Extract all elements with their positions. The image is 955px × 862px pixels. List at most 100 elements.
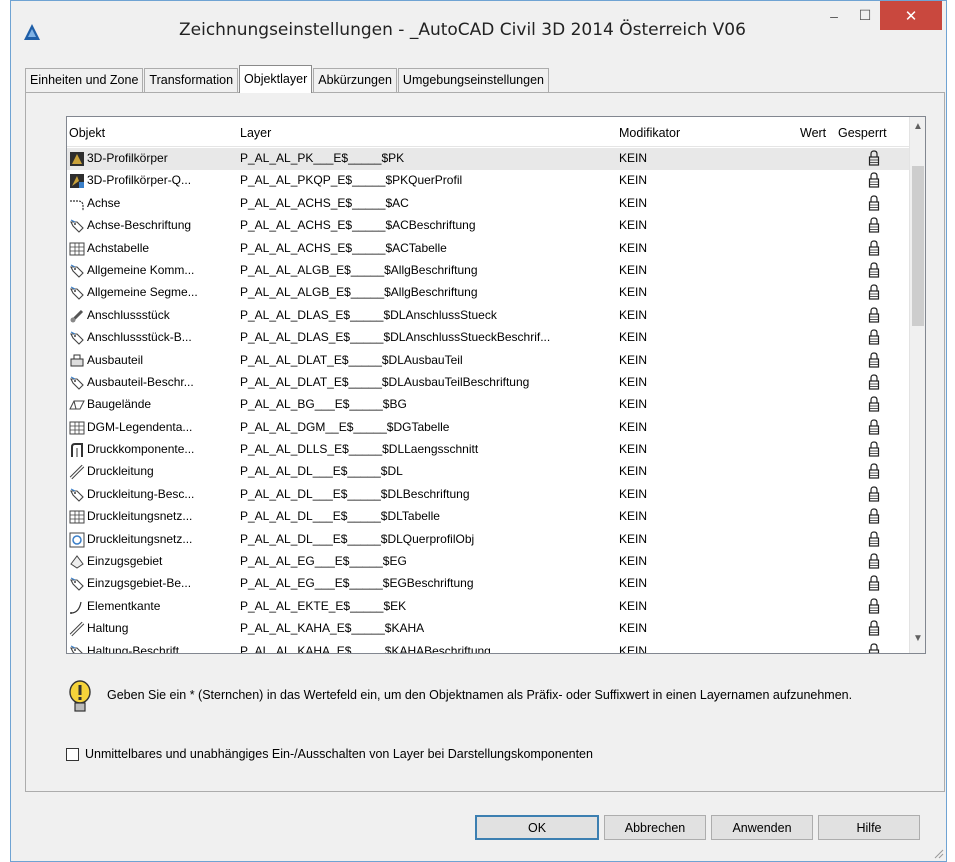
layer-cell[interactable]: P_AL_AL_DLAT_E$_____$DLAusbauTeil <box>240 353 620 367</box>
apply-button[interactable]: Anwenden <box>711 815 813 840</box>
object-cell[interactable]: Einzugsgebiet <box>87 554 247 568</box>
layer-cell[interactable]: P_AL_AL_ALGB_E$_____$AllgBeschriftung <box>240 285 620 299</box>
modifier-cell[interactable]: KEIN <box>619 621 779 635</box>
object-cell[interactable]: Achse <box>87 196 247 210</box>
checkbox-row[interactable]: Unmittelbares und unabhängiges Ein-/Auss… <box>66 747 593 761</box>
table-row[interactable]: Einzugsgebiet-Be... P_AL_AL_EG___E$_____$… <box>67 573 913 595</box>
object-cell[interactable]: DGM-Legendenta... <box>87 420 247 434</box>
lock-icon[interactable] <box>862 172 886 191</box>
table-row[interactable]: Allgemeine Komm... P_AL_AL_ALGB_E$_____$A… <box>67 260 913 282</box>
modifier-cell[interactable]: KEIN <box>619 532 779 546</box>
layer-cell[interactable]: P_AL_AL_DGM__E$_____$DGTabelle <box>240 420 620 434</box>
modifier-cell[interactable]: KEIN <box>619 420 779 434</box>
tab-transformation[interactable]: Transformation <box>144 68 239 92</box>
header-locked[interactable]: Gesperrt <box>838 126 887 140</box>
header-layer[interactable]: Layer <box>240 126 271 140</box>
table-row[interactable]: Ausbauteil-Beschr... P_AL_AL_DLAT_E$_____… <box>67 372 913 394</box>
lock-icon[interactable] <box>862 553 886 572</box>
lock-icon[interactable] <box>862 598 886 617</box>
object-cell[interactable]: Druckleitungsnetz... <box>87 532 247 546</box>
object-cell[interactable]: Anschlussstück <box>87 308 247 322</box>
lock-icon[interactable] <box>862 575 886 594</box>
object-cell[interactable]: Haltung <box>87 621 247 635</box>
object-cell[interactable]: 3D-Profilkörper <box>87 151 247 165</box>
table-row[interactable]: DGM-Legendenta... P_AL_AL_DGM__E$_____$DG… <box>67 417 913 439</box>
table-row[interactable]: 3D-Profilkörper-Q... P_AL_AL_PKQP_E$_____… <box>67 170 913 192</box>
object-cell[interactable]: Achstabelle <box>87 241 247 255</box>
modifier-cell[interactable]: KEIN <box>619 285 779 299</box>
header-object[interactable]: Objekt <box>69 126 105 140</box>
layer-cell[interactable]: P_AL_AL_ACHS_E$_____$ACTabelle <box>240 241 620 255</box>
layer-cell[interactable]: P_AL_AL_ALGB_E$_____$AllgBeschriftung <box>240 263 620 277</box>
table-row[interactable]: Druckleitung P_AL_AL_DL___E$_____$DL KEIN <box>67 461 913 483</box>
modifier-cell[interactable]: KEIN <box>619 353 779 367</box>
object-cell[interactable]: 3D-Profilkörper-Q... <box>87 173 247 187</box>
object-cell[interactable]: Ausbauteil <box>87 353 247 367</box>
layer-cell[interactable]: P_AL_AL_DLAS_E$_____$DLAnschlussStueck <box>240 308 620 322</box>
layer-cell[interactable]: P_AL_AL_DL___E$_____$DLTabelle <box>240 509 620 523</box>
maximize-button[interactable]: ☐ <box>850 1 880 30</box>
table-row[interactable]: Achse P_AL_AL_ACHS_E$_____$AC KEIN <box>67 193 913 215</box>
modifier-cell[interactable]: KEIN <box>619 509 779 523</box>
layer-cell[interactable]: P_AL_AL_EG___E$_____$EG <box>240 554 620 568</box>
object-layer-list[interactable]: Objekt Layer Modifikator Wert Gesperrt 3… <box>66 116 926 654</box>
modifier-cell[interactable]: KEIN <box>619 599 779 613</box>
object-cell[interactable]: Einzugsgebiet-Be... <box>87 576 247 590</box>
lock-icon[interactable] <box>862 351 886 371</box>
object-cell[interactable]: Druckleitung-Besc... <box>87 487 247 501</box>
lock-icon[interactable] <box>862 441 886 460</box>
lock-icon[interactable] <box>862 374 886 393</box>
modifier-cell[interactable]: KEIN <box>619 263 779 277</box>
lock-icon[interactable] <box>862 307 886 326</box>
modifier-cell[interactable]: KEIN <box>619 196 779 210</box>
lock-icon[interactable] <box>862 620 886 639</box>
lock-icon[interactable] <box>862 150 886 169</box>
object-cell[interactable]: Achse-Beschriftung <box>87 218 247 232</box>
resize-grip-icon[interactable] <box>932 847 944 859</box>
modifier-cell[interactable]: KEIN <box>619 241 779 255</box>
lock-icon[interactable] <box>862 508 886 527</box>
modifier-cell[interactable]: KEIN <box>619 151 779 165</box>
layer-cell[interactable]: P_AL_AL_EKTE_E$_____$EK <box>240 599 620 613</box>
modifier-cell[interactable]: KEIN <box>619 554 779 568</box>
lock-icon[interactable] <box>862 329 886 348</box>
scroll-down-icon[interactable]: ▼ <box>910 633 925 649</box>
independent-layer-toggle-checkbox[interactable] <box>66 747 79 761</box>
layer-cell[interactable]: P_AL_AL_ACHS_E$_____$ACBeschriftung <box>240 218 620 232</box>
layer-cell[interactable]: P_AL_AL_PK___E$_____$PK <box>240 151 620 165</box>
table-row[interactable]: Achse-Beschriftung P_AL_AL_ACHS_E$_____$A… <box>67 215 913 237</box>
layer-cell[interactable]: P_AL_AL_DL___E$_____$DL <box>240 464 620 478</box>
table-row[interactable]: Elementkante P_AL_AL_EKTE_E$_____$EK KEIN <box>67 596 913 618</box>
checkbox-label[interactable]: Unmittelbares und unabhängiges Ein-/Auss… <box>85 747 593 761</box>
layer-cell[interactable]: P_AL_AL_DLAT_E$_____$DLAusbauTeilBeschri… <box>240 375 620 389</box>
modifier-cell[interactable]: KEIN <box>619 576 779 590</box>
close-button[interactable]: ✕ <box>880 1 942 30</box>
lock-icon[interactable] <box>862 531 886 550</box>
header-modifier[interactable]: Modifikator <box>619 126 680 140</box>
scroll-thumb[interactable] <box>912 166 924 326</box>
layer-cell[interactable]: P_AL_AL_DLLS_E$_____$DLLaengsschnitt <box>240 442 620 456</box>
modifier-cell[interactable]: KEIN <box>619 173 779 187</box>
tab-objektlayer[interactable]: Objektlayer <box>239 65 313 93</box>
layer-cell[interactable]: P_AL_AL_KAHA_E$_____$KAHA <box>240 621 620 635</box>
ok-button[interactable]: OK <box>475 815 599 840</box>
cancel-button[interactable]: Abbrechen <box>604 815 706 840</box>
layer-cell[interactable]: P_AL_AL_DL___E$_____$DLQuerprofilObj <box>240 532 620 546</box>
lock-icon[interactable] <box>862 195 886 214</box>
table-row[interactable]: Haltung P_AL_AL_KAHA_E$_____$KAHA KEIN <box>67 618 913 640</box>
table-row[interactable]: Achstabelle P_AL_AL_ACHS_E$_____$ACTabell… <box>67 238 913 260</box>
table-row[interactable]: 3D-Profilkörper P_AL_AL_PK___E$_____$PK KE… <box>67 148 913 171</box>
object-cell[interactable]: Anschlussstück-B... <box>87 330 247 344</box>
modifier-cell[interactable]: KEIN <box>619 397 779 411</box>
table-row[interactable]: Druckleitungsnetz... P_AL_AL_DL___E$_____… <box>67 529 913 551</box>
lock-icon[interactable] <box>862 262 886 281</box>
table-row[interactable]: Haltung-Beschrift... P_AL_AL_KAHA_E$_____… <box>67 641 913 653</box>
layer-cell[interactable]: P_AL_AL_DLAS_E$_____$DLAnschlussStueckBe… <box>240 330 620 344</box>
modifier-cell[interactable]: KEIN <box>619 644 779 653</box>
layer-cell[interactable]: P_AL_AL_ACHS_E$_____$AC <box>240 196 620 210</box>
object-cell[interactable]: Haltung-Beschrift... <box>87 644 247 653</box>
modifier-cell[interactable]: KEIN <box>619 442 779 456</box>
modifier-cell[interactable]: KEIN <box>619 218 779 232</box>
table-row[interactable]: Anschlussstück P_AL_AL_DLAS_E$_____$DLAns… <box>67 305 913 327</box>
tab-abkuerzungen[interactable]: Abkürzungen <box>313 68 397 92</box>
